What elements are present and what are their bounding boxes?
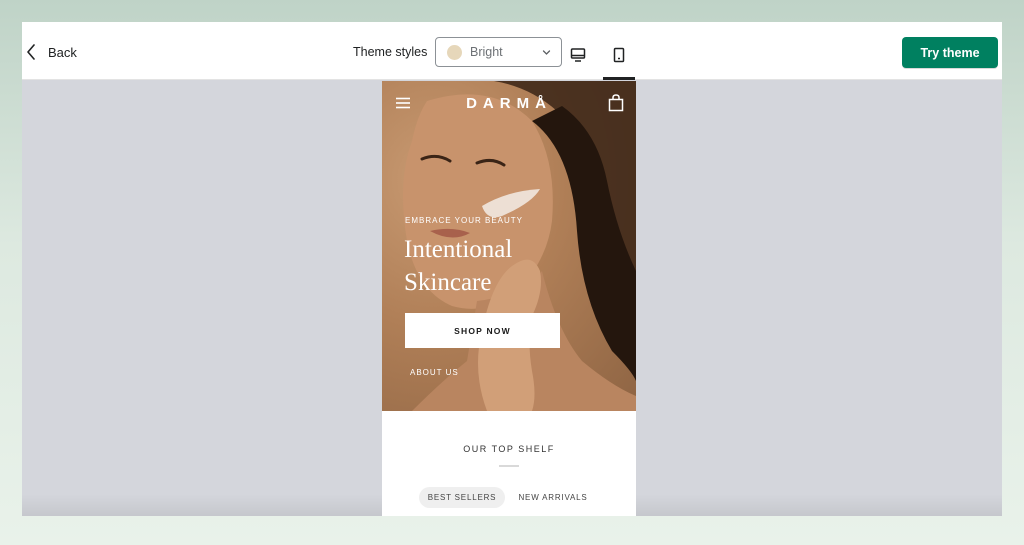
- hero-headline-line-1: Intentional: [404, 236, 513, 263]
- back-label: Back: [48, 44, 77, 60]
- try-theme-button[interactable]: Try theme: [902, 37, 998, 68]
- theme-preview-window: Back Theme styles Bright Try theme DARMÅ…: [22, 22, 1002, 516]
- theme-styles-label: Theme styles: [353, 45, 428, 59]
- back-button[interactable]: Back: [26, 40, 77, 64]
- desktop-icon: [570, 48, 586, 62]
- store-logo[interactable]: DARMÅ: [382, 95, 636, 112]
- chevron-left-icon: [27, 44, 35, 60]
- theme-style-select[interactable]: Bright: [435, 37, 562, 67]
- desktop-view-button[interactable]: [562, 38, 594, 80]
- mobile-view-button[interactable]: [603, 38, 635, 80]
- color-swatch: [447, 44, 462, 60]
- title-divider: [499, 465, 519, 467]
- section-title: OUR TOP SHELF: [463, 444, 555, 454]
- chevron-down-icon: [542, 50, 551, 55]
- shopping-bag-icon[interactable]: [608, 94, 624, 112]
- hero-headline: Intentional Skincare: [404, 233, 604, 299]
- mobile-preview-frame[interactable]: DARMÅ EMBRACE YOUR BEAUTY Intentional Sk…: [382, 81, 636, 516]
- hero-headline-line-2: Skincare: [404, 269, 492, 296]
- theme-style-value: Bright: [470, 45, 503, 59]
- about-us-link[interactable]: ABOUT US: [410, 368, 459, 377]
- shop-now-button[interactable]: SHOP NOW: [405, 313, 560, 348]
- tab-new-arrivals[interactable]: NEW ARRIVALS: [512, 487, 594, 508]
- hero-eyebrow: EMBRACE YOUR BEAUTY: [405, 216, 523, 225]
- tab-best-sellers[interactable]: BEST SELLERS: [419, 487, 505, 508]
- hero-banner: DARMÅ EMBRACE YOUR BEAUTY Intentional Sk…: [382, 81, 636, 411]
- mobile-icon: [613, 47, 625, 63]
- preview-toolbar: Back Theme styles Bright Try theme: [22, 22, 1002, 80]
